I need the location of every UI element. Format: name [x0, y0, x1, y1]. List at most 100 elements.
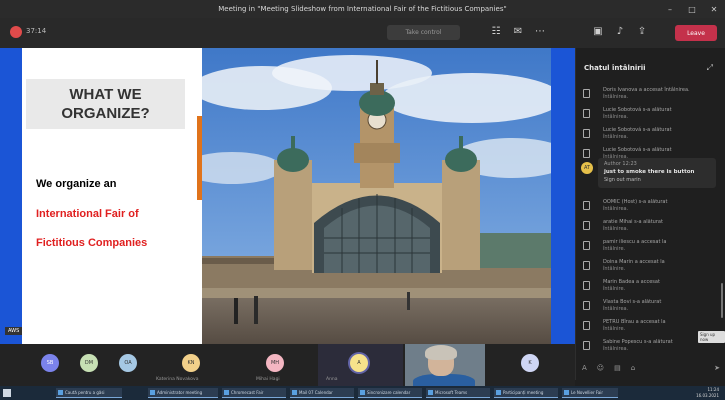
avatar: K [521, 354, 539, 372]
emoji-icon[interactable]: ☺ [597, 364, 604, 372]
document-icon [583, 149, 590, 158]
list-item: aratie Mihai s-a alăturat întâlnirea. [576, 218, 725, 236]
mic-icon[interactable]: ♪ [614, 26, 626, 38]
taskbar-item[interactable]: Le Novellier Fair [562, 388, 618, 398]
avatar: KN [182, 354, 200, 372]
chat-icon[interactable]: ✉ [512, 26, 524, 38]
slide-right-bar [551, 48, 575, 344]
message-author: Author 12:23 [604, 161, 637, 167]
chat-title: Chatul întâlnirii [584, 64, 646, 72]
document-icon [583, 129, 590, 138]
list-item: Doris Ivanova a accesat întâlnirea. întâl… [576, 86, 725, 104]
list-item: OOMIC (Host) s-a alăturat întâlnirea. [576, 198, 725, 216]
avatar: A [350, 354, 368, 372]
participant-video[interactable] [405, 344, 485, 386]
avatar: OA [119, 354, 137, 372]
app-icon [564, 390, 569, 395]
app-icon [292, 390, 297, 395]
gif-icon[interactable]: ▤ [614, 364, 621, 372]
avatar: SB [41, 354, 59, 372]
document-icon [583, 261, 590, 270]
document-icon [583, 341, 590, 350]
participant-tile[interactable]: DM [76, 344, 106, 386]
chat-badge: Sign up now [698, 331, 725, 343]
slide-heading-box: WHAT WE ORGANIZE? [26, 79, 185, 129]
slide-line-1: We organize an [36, 178, 117, 190]
taskbar-clock[interactable]: 11:24 16.03.2021 [696, 387, 719, 399]
clock-date: 16.03.2021 [696, 393, 719, 398]
chat-compose-bar: A ☺ ▤ ⌂ ➤ [582, 361, 720, 375]
app-icon [224, 390, 229, 395]
list-item: Marin Badea a accesat întâlnire. [576, 278, 725, 296]
participant-tile[interactable]: MH Mihai Hagi [236, 344, 316, 386]
video-person-hair [425, 345, 457, 360]
meeting-toolbar: 37:14 Take control ☷ ✉ ⋯ ▣ ♪ ⇪ Leave [0, 18, 725, 48]
format-icon[interactable]: A [582, 364, 587, 372]
list-item: Doina Marin a accesat la întâlnire. [576, 258, 725, 276]
app-icon [360, 390, 365, 395]
document-icon [583, 281, 590, 290]
list-item: Vlasta Bovi s-a alăturat întâlnirea. [576, 298, 725, 316]
building-photo [202, 48, 551, 344]
slide-line-2: International Fair of [36, 208, 139, 220]
document-icon [583, 109, 590, 118]
window-title: Meeting in "Meeting Slideshow from Inter… [218, 5, 507, 13]
slide-line-3: Fictitious Companies [36, 237, 148, 249]
participant-tile[interactable]: SB [36, 344, 66, 386]
message-subtext: Sign out marin [604, 177, 641, 183]
attach-icon[interactable]: ⌂ [631, 364, 635, 372]
slide-heading: WHAT WE ORGANIZE? [61, 86, 150, 122]
participant-tile[interactable]: K [500, 344, 560, 386]
maximize-button[interactable]: □ [681, 0, 703, 18]
minimize-button[interactable]: – [659, 0, 681, 18]
slide-left-bar [0, 48, 22, 344]
participant-tile[interactable]: KN Katerina Novakova [150, 344, 230, 386]
meeting-chat-panel: Chatul întâlnirii ⤢ Doris Ivanova a acce… [575, 48, 725, 380]
taskbar-item[interactable]: Chromecast Fair [222, 388, 286, 398]
list-item: pamir iliescu a accesat la întâlnire. [576, 238, 725, 256]
participants-icon[interactable]: ☷ [490, 26, 502, 38]
chat-message-bubble[interactable]: AT Author 12:23 just to smoke there is b… [581, 158, 716, 188]
participant-strip: SB DM OA KN Katerina Novakova MH Mihai H… [0, 344, 575, 386]
slide-tag: AWS [5, 327, 23, 335]
avatar: AT [581, 162, 593, 174]
taskbar-item[interactable]: Microsoft Teams [426, 388, 490, 398]
message-text: just to smoke there is button [604, 169, 695, 175]
document-icon [583, 221, 590, 230]
participant-tile[interactable]: A Anna [318, 344, 403, 386]
more-icon[interactable]: ⋯ [534, 26, 546, 38]
close-button[interactable]: ✕ [703, 0, 725, 18]
meeting-logo-icon [10, 26, 22, 38]
taskbar-item[interactable]: Administrator meeting [148, 388, 218, 398]
document-icon [583, 89, 590, 98]
os-taskbar: Caută pentru a găsi Administrator meetin… [0, 386, 725, 400]
participant-tile[interactable]: OA [112, 344, 142, 386]
start-icon[interactable] [3, 389, 11, 397]
window-controls: – □ ✕ [659, 0, 725, 18]
document-icon [583, 301, 590, 310]
taskbar-item[interactable]: Sincronizare calendar [358, 388, 422, 398]
document-icon [583, 241, 590, 250]
app-icon [496, 390, 501, 395]
taskbar-item[interactable]: Caută pentru a găsi [56, 388, 122, 398]
meeting-timer: 37:14 [26, 27, 47, 35]
list-item: Lucie Sobotová s-a alăturat întâlnirea. [576, 126, 725, 144]
leave-button[interactable]: Leave [675, 25, 717, 41]
take-control-button[interactable]: Take control [387, 25, 460, 40]
participant-name: Katerina Novakova [156, 377, 199, 382]
camera-icon[interactable]: ▣ [592, 26, 604, 38]
taskbar-item[interactable]: Participanți meeting [494, 388, 558, 398]
send-icon[interactable]: ➤ [714, 364, 720, 372]
popout-icon[interactable]: ⤢ [707, 63, 713, 73]
chat-scrollbar[interactable] [721, 283, 723, 318]
share-icon[interactable]: ⇪ [636, 26, 648, 38]
avatar: MH [266, 354, 284, 372]
taskbar-item[interactable]: Mail 07 Calendar [290, 388, 354, 398]
app-icon [58, 390, 63, 395]
participant-name: Mihai Hagi [256, 377, 280, 382]
participant-name: Anna [326, 377, 338, 382]
avatar: DM [80, 354, 98, 372]
presentation-slide: WHAT WE ORGANIZE? We organize an Interna… [0, 48, 575, 344]
app-icon [150, 390, 155, 395]
window-titlebar: Meeting in "Meeting Slideshow from Inter… [0, 0, 725, 18]
